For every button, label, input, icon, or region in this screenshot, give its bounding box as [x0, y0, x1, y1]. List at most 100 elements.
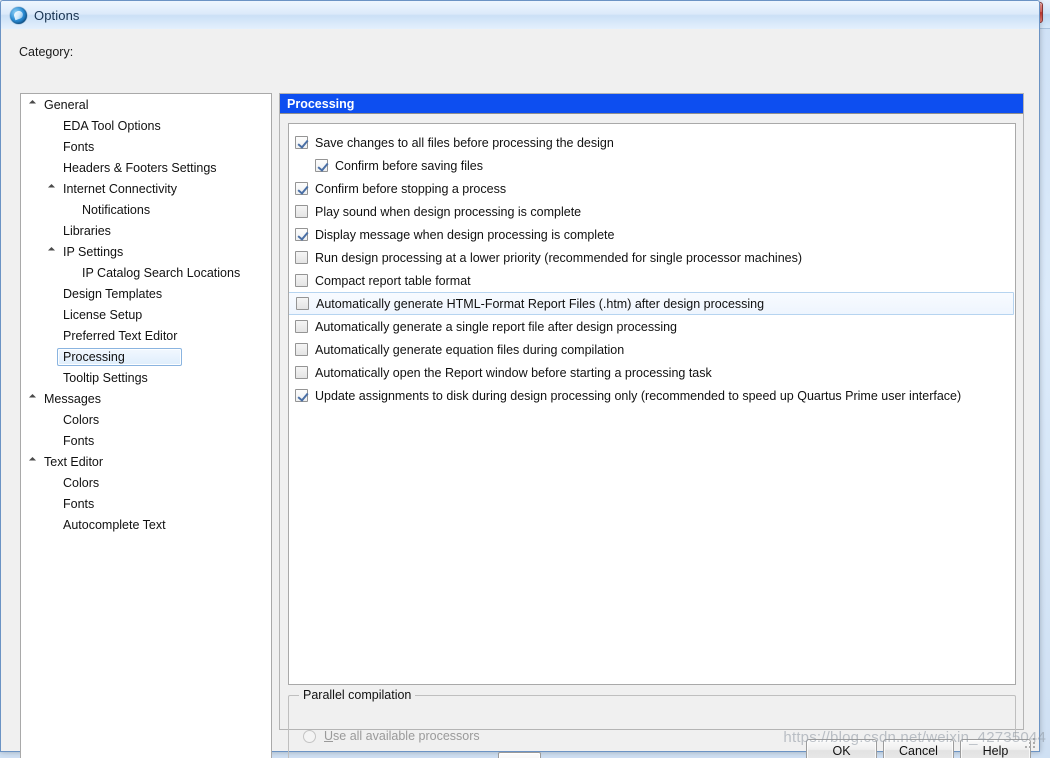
tree-item-label: Headers & Footers Settings	[63, 160, 217, 175]
checkbox-row[interactable]: Compact report table format	[289, 269, 1015, 292]
tree-item-label: Text Editor	[44, 454, 104, 469]
tree-item-label: General	[44, 97, 89, 112]
tree-item-label: Fonts	[63, 139, 95, 154]
tree-expand-arrow-icon[interactable]	[48, 183, 59, 194]
processing-options-list[interactable]: Save changes to all files before process…	[288, 123, 1016, 685]
tree-item-eda-tool-options[interactable]: EDA Tool Options	[21, 115, 271, 136]
processing-content-panel: Processing Save changes to all files bef…	[279, 93, 1024, 758]
tree-expand-arrow-icon[interactable]	[48, 246, 59, 257]
tree-item-messages[interactable]: Messages	[21, 388, 271, 409]
tree-item-label: Colors	[63, 475, 100, 490]
tree-item-label: IP Settings	[63, 244, 124, 259]
checkbox-label: Display message when design processing i…	[315, 227, 615, 242]
tree-item-license-setup[interactable]: License Setup	[21, 304, 271, 325]
tree-expand-arrow-icon[interactable]	[29, 99, 40, 110]
tree-item-processing[interactable]: Processing	[21, 346, 271, 367]
tree-item-tooltip-settings[interactable]: Tooltip Settings	[21, 367, 271, 388]
tree-item-label: Autocomplete Text	[63, 517, 166, 532]
radio-label-rest: se all available processors	[333, 729, 480, 743]
tree-item-text-editor[interactable]: Text Editor	[21, 451, 271, 472]
tree-item-design-templates[interactable]: Design Templates	[21, 283, 271, 304]
tree-item-colors[interactable]: Colors	[21, 472, 271, 493]
tree-item-label: Fonts	[63, 496, 95, 511]
tree-item-general[interactable]: General	[21, 94, 271, 115]
tree-item-ip-settings[interactable]: IP Settings	[21, 241, 271, 262]
checkbox-unchecked-icon[interactable]	[295, 251, 308, 264]
tree-item-label: Design Templates	[63, 286, 163, 301]
checkbox-label: Play sound when design processing is com…	[315, 204, 582, 219]
tree-item-label: Processing	[57, 347, 182, 366]
checkbox-row[interactable]: Automatically generate a single report f…	[289, 315, 1015, 338]
radio-label-mnemonic: U	[324, 729, 334, 743]
checkbox-unchecked-icon[interactable]	[295, 366, 308, 379]
checkbox-label: Save changes to all files before process…	[315, 135, 614, 150]
checkbox-label: Automatically open the Report window bef…	[315, 365, 712, 380]
tree-expand-arrow-icon[interactable]	[29, 456, 40, 467]
tree-item-fonts[interactable]: Fonts	[21, 430, 271, 451]
checkbox-label: Confirm before saving files	[335, 158, 483, 173]
tree-item-label: License Setup	[63, 307, 143, 322]
tree-expand-arrow-icon[interactable]	[29, 393, 40, 404]
checkbox-row[interactable]: Display message when design processing i…	[289, 223, 1015, 246]
dialog-titlebar: Options	[1, 1, 1039, 29]
radio-indicator	[303, 729, 316, 743]
checkbox-row[interactable]: Save changes to all files before process…	[289, 131, 1015, 154]
checkbox-checked-icon[interactable]	[295, 228, 308, 241]
checkbox-unchecked-icon[interactable]	[295, 320, 308, 333]
tree-item-internet-connectivity[interactable]: Internet Connectivity	[21, 178, 271, 199]
checkbox-unchecked-icon[interactable]	[295, 274, 308, 287]
parallel-compilation-legend: Parallel compilation	[299, 688, 416, 702]
category-label: Category:	[19, 45, 74, 59]
help-button[interactable]: Help	[960, 739, 1031, 758]
tree-item-ip-catalog-search-locations[interactable]: IP Catalog Search Locations	[21, 262, 271, 283]
checkbox-label: Automatically generate equation files du…	[315, 342, 625, 357]
tree-item-label: Libraries	[63, 223, 111, 238]
tree-item-headers-footers-settings[interactable]: Headers & Footers Settings	[21, 157, 271, 178]
resize-grip[interactable]	[1024, 737, 1036, 749]
checkbox-row[interactable]: Run design processing at a lower priorit…	[289, 246, 1015, 269]
checkbox-row[interactable]: Update assignments to disk during design…	[289, 384, 1015, 407]
tree-item-libraries[interactable]: Libraries	[21, 220, 271, 241]
checkbox-label: Automatically generate a single report f…	[315, 319, 678, 334]
cancel-button[interactable]: Cancel	[883, 739, 954, 758]
checkbox-label: Automatically generate HTML-Format Repor…	[316, 296, 765, 311]
checkbox-row[interactable]: Confirm before saving files	[289, 154, 1015, 177]
tree-item-colors[interactable]: Colors	[21, 409, 271, 430]
tree-item-label: Preferred Text Editor	[63, 328, 178, 343]
checkbox-row[interactable]: Automatically open the Report window bef…	[289, 361, 1015, 384]
category-tree[interactable]: General EDA Tool Options Fonts Headers & Fo…	[20, 93, 272, 758]
checkbox-unchecked-icon[interactable]	[296, 297, 309, 310]
checkbox-label: Run design processing at a lower priorit…	[315, 250, 803, 265]
tree-item-fonts[interactable]: Fonts	[21, 493, 271, 514]
checkbox-unchecked-icon[interactable]	[295, 205, 308, 218]
checkbox-row[interactable]: Automatically generate HTML-Format Repor…	[289, 292, 1014, 315]
tree-item-preferred-text-editor[interactable]: Preferred Text Editor	[21, 325, 271, 346]
radio-use-all-processors[interactable]: Use all available processors	[303, 729, 480, 743]
checkbox-checked-icon[interactable]	[295, 389, 308, 402]
tree-item-fonts[interactable]: Fonts	[21, 136, 271, 157]
checkbox-unchecked-icon[interactable]	[295, 343, 308, 356]
checkbox-label: Update assignments to disk during design…	[315, 388, 962, 403]
checkbox-checked-icon[interactable]	[295, 182, 308, 195]
checkbox-row[interactable]: Play sound when design processing is com…	[289, 200, 1015, 223]
tree-item-label: Colors	[63, 412, 100, 427]
tree-item-label: Messages	[44, 391, 101, 406]
ok-button[interactable]: OK	[806, 739, 877, 758]
max-processors-dropdown[interactable]: 4	[498, 752, 541, 758]
checkbox-row[interactable]: Confirm before stopping a process	[289, 177, 1015, 200]
checkbox-checked-icon[interactable]	[315, 159, 328, 172]
checkbox-row[interactable]: Automatically generate equation files du…	[289, 338, 1015, 361]
options-dialog: Options Category: General EDA Tool Option…	[0, 0, 1040, 758]
checkbox-checked-icon[interactable]	[295, 136, 308, 149]
tree-item-notifications[interactable]: Notifications	[21, 199, 271, 220]
tree-item-autocomplete-text[interactable]: Autocomplete Text	[21, 514, 271, 535]
